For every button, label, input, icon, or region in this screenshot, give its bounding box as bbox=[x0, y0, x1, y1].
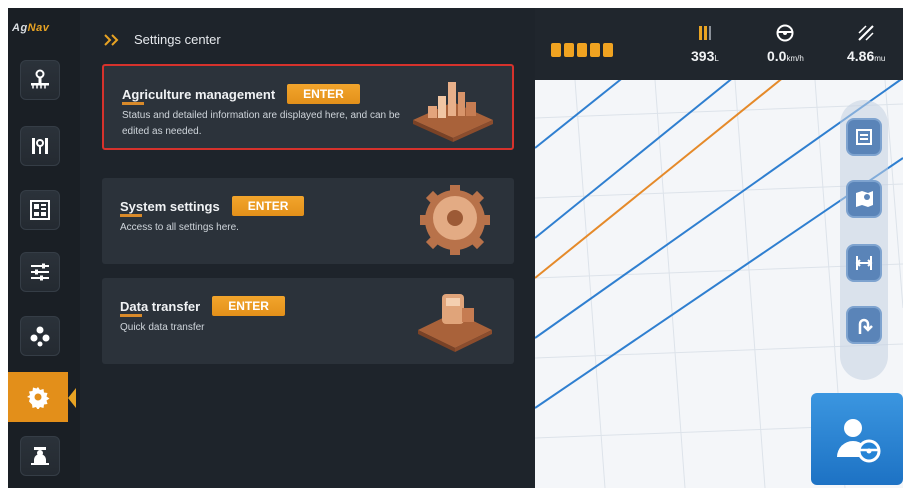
steering-wheel-icon bbox=[776, 24, 794, 42]
agriculture-enter-button[interactable]: ENTER bbox=[287, 84, 360, 104]
row-counter bbox=[551, 43, 613, 57]
data-transfer-card[interactable]: Data transfer ENTER Quick data transfer bbox=[102, 278, 514, 364]
sidebar-item-implement[interactable] bbox=[20, 60, 60, 100]
app-screen: AgNav Settings center Agriculture manage… bbox=[8, 8, 903, 488]
field-layout-icon bbox=[30, 200, 50, 220]
card-title: Data transfer bbox=[120, 298, 201, 317]
card-description: Quick data transfer bbox=[120, 322, 205, 333]
sidebar-item-settings[interactable] bbox=[8, 372, 68, 422]
auto-steer-button[interactable] bbox=[811, 393, 903, 485]
operator-icon bbox=[31, 447, 49, 465]
double-chevron-right-icon bbox=[104, 33, 119, 46]
sliders-icon bbox=[31, 263, 49, 281]
agnav-logo: AgNav bbox=[12, 22, 50, 34]
map-marker-icon bbox=[856, 191, 873, 207]
fuel-gauge-icon bbox=[698, 26, 711, 40]
gear-3d-icon bbox=[420, 185, 490, 255]
settings-panel: Settings center Agriculture management E… bbox=[80, 8, 535, 488]
sidebar-item-adjustments[interactable] bbox=[20, 252, 60, 292]
ab-line-width-icon bbox=[855, 256, 873, 270]
system-settings-card[interactable]: System settings ENTER Access to all sett… bbox=[102, 178, 514, 264]
map-toolbar bbox=[840, 100, 888, 380]
page-title: Settings center bbox=[134, 32, 221, 47]
map-marker-button[interactable] bbox=[846, 180, 882, 218]
u-turn-button[interactable] bbox=[846, 306, 882, 344]
area-stat: 4.86mu bbox=[847, 22, 885, 64]
status-bar: 393L 0.0km/h 4.86mu bbox=[535, 8, 903, 80]
calibration-icon bbox=[32, 138, 48, 154]
sidebar-item-connections[interactable] bbox=[20, 316, 60, 356]
sidebar-item-calibration[interactable] bbox=[20, 126, 60, 166]
guidance-line-button[interactable] bbox=[846, 118, 882, 156]
card-title: System settings bbox=[120, 198, 220, 217]
sidebar-item-field-layout[interactable] bbox=[20, 190, 60, 230]
implement-icon bbox=[31, 69, 49, 89]
gear-icon bbox=[27, 387, 50, 409]
farm-buildings-icon bbox=[413, 82, 493, 142]
sidebar-item-operator[interactable] bbox=[20, 436, 60, 476]
data-transfer-enter-button[interactable]: ENTER bbox=[212, 296, 285, 316]
u-turn-icon bbox=[858, 318, 873, 334]
area-coverage-icon bbox=[858, 25, 874, 41]
fuel-stat: 393L bbox=[691, 22, 719, 64]
ab-line-width-button[interactable] bbox=[846, 244, 882, 282]
active-indicator bbox=[68, 388, 76, 408]
guidance-line-icon bbox=[856, 129, 872, 145]
card-description: Access to all settings here. bbox=[120, 222, 239, 233]
card-title: Agriculture management bbox=[122, 86, 276, 105]
speed-stat: 0.0km/h bbox=[767, 22, 804, 64]
sidebar: AgNav bbox=[8, 8, 80, 488]
data-transfer-icon bbox=[418, 294, 492, 352]
panel-header: Settings center bbox=[104, 32, 221, 47]
system-settings-enter-button[interactable]: ENTER bbox=[231, 196, 305, 216]
connect-nodes-icon bbox=[30, 326, 50, 347]
card-description: Status and detailed information are disp… bbox=[122, 110, 400, 137]
agriculture-management-card[interactable]: Agriculture management ENTER Status and … bbox=[102, 64, 514, 150]
driver-steering-icon bbox=[837, 419, 881, 463]
